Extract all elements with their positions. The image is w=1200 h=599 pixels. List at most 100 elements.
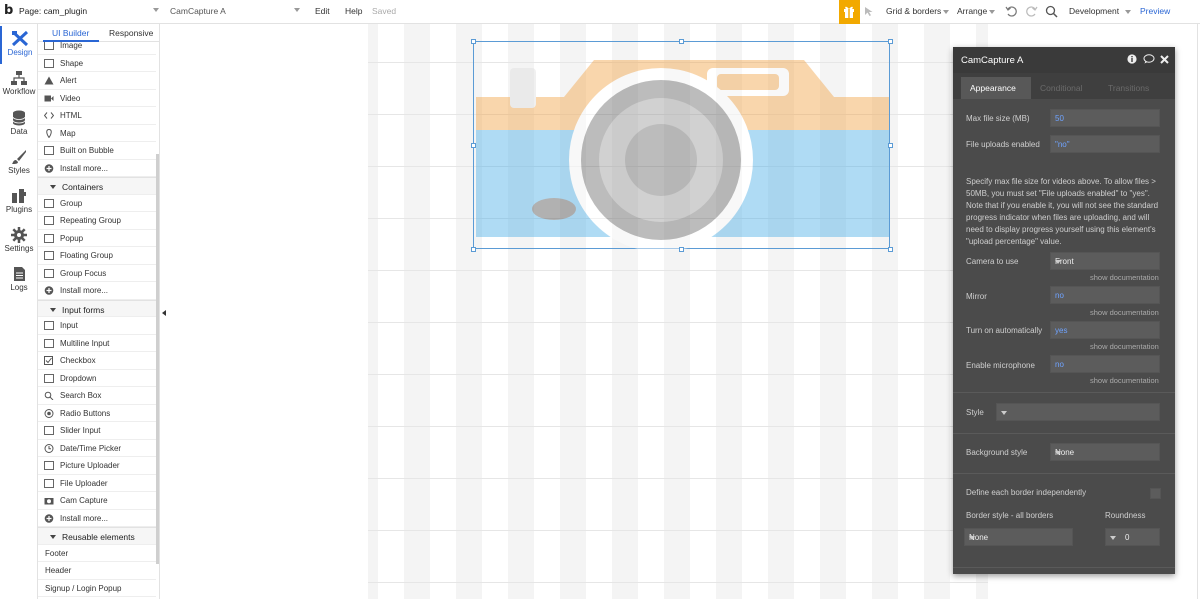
palette-item-header[interactable]: Header — [38, 562, 156, 580]
background-style-dropdown[interactable]: None — [1050, 443, 1160, 461]
nav-plugins[interactable]: Plugins — [0, 184, 38, 222]
resize-handle[interactable] — [470, 142, 476, 148]
gift-button[interactable] — [839, 0, 860, 24]
plugins-icon — [12, 189, 26, 203]
page-selector[interactable]: Page: cam_plugin — [19, 6, 159, 18]
mirror-field[interactable]: no — [1050, 286, 1160, 304]
element-palette: UI Builder Responsive Image Shape Alert Vid… — [38, 24, 160, 599]
show-documentation-link[interactable]: show documentation — [1090, 273, 1159, 282]
palette-item-checkbox[interactable]: Checkbox — [38, 352, 156, 370]
border-style-dropdown[interactable]: None — [964, 528, 1073, 546]
redo-icon[interactable] — [1025, 5, 1038, 18]
camera-to-use-dropdown[interactable]: Front — [1050, 252, 1160, 270]
mirror-label: Mirror — [966, 292, 987, 301]
preview-button[interactable]: Preview — [1140, 6, 1170, 16]
edit-menu[interactable]: Edit — [315, 6, 330, 16]
palette-scrollbar[interactable] — [156, 154, 159, 564]
palette-label: Group — [60, 198, 83, 208]
nav-settings[interactable]: Settings — [0, 223, 38, 261]
info-icon[interactable] — [1127, 54, 1137, 64]
resize-handle[interactable] — [679, 246, 684, 252]
palette-item-video[interactable]: Video — [38, 90, 156, 107]
close-icon[interactable] — [1160, 55, 1169, 64]
palette-item-floating-group[interactable]: Floating Group — [38, 247, 156, 265]
palette-item-install-more[interactable]: Install more... — [38, 510, 156, 527]
arrange-label: Arrange — [957, 6, 988, 16]
palette-section-input-forms[interactable]: Input forms — [38, 299, 156, 317]
resize-handle[interactable] — [887, 246, 893, 252]
palette-item-repeating-group[interactable]: Repeating Group — [38, 212, 156, 230]
palette-item-radio-buttons[interactable]: Radio Buttons — [38, 405, 156, 422]
undo-icon[interactable] — [1005, 5, 1018, 18]
chevron-down-icon — [50, 307, 56, 312]
file-uploads-field[interactable]: "no" — [1050, 135, 1160, 153]
resize-handle[interactable] — [887, 38, 893, 44]
resize-handle[interactable] — [470, 38, 476, 44]
nav-data[interactable]: Data — [0, 106, 38, 144]
tab-transitions[interactable]: Transitions — [1108, 83, 1149, 93]
resize-handle[interactable] — [887, 142, 893, 148]
max-file-size-value: 50 — [1055, 114, 1064, 123]
palette-item-group[interactable]: Group — [38, 195, 156, 212]
palette-item-date-time-picker[interactable]: Date/Time Picker — [38, 440, 156, 457]
nav-design[interactable]: Design — [0, 26, 38, 64]
tab-ui-builder[interactable]: UI Builder — [52, 28, 89, 38]
palette-item-install-more[interactable]: Install more... — [38, 282, 156, 300]
palette-item-built-on-bubble[interactable]: Built on Bubble — [38, 142, 156, 160]
element-selector[interactable]: CamCapture A — [170, 6, 300, 18]
environment-dropdown[interactable]: Development — [1069, 6, 1132, 16]
palette-item-cam-capture[interactable]: Cam Capture — [38, 492, 156, 510]
grid-borders-dropdown[interactable]: Grid & borders — [886, 6, 950, 16]
enable-microphone-field[interactable]: no — [1050, 355, 1160, 373]
palette-item-input[interactable]: Input — [38, 317, 156, 335]
palette-item-slider-input[interactable]: Slider Input — [38, 422, 156, 440]
palette-item-shape[interactable]: Shape — [38, 55, 156, 72]
palette-item-multiline-input[interactable]: Multiline Input — [38, 335, 156, 352]
roundness-stepper[interactable]: 0 — [1105, 528, 1160, 546]
show-documentation-link[interactable]: show documentation — [1090, 342, 1159, 351]
property-editor-header[interactable]: CamCapture A — [953, 47, 1175, 73]
palette-section-reusable-elements[interactable]: Reusable elements — [38, 527, 156, 545]
max-file-size-field[interactable]: 50 — [1050, 109, 1160, 127]
palette-item-signup-login-popup[interactable]: Signup / Login Popup — [38, 580, 156, 597]
help-menu[interactable]: Help — [345, 6, 362, 16]
show-documentation-link[interactable]: show documentation — [1090, 308, 1159, 317]
palette-item-file-uploader[interactable]: File Uploader — [38, 475, 156, 492]
palette-item-dropdown[interactable]: Dropdown — [38, 370, 156, 387]
tab-conditional[interactable]: Conditional — [1040, 83, 1083, 93]
resize-handle[interactable] — [679, 38, 684, 44]
palette-item-search-box[interactable]: Search Box — [38, 387, 156, 405]
tab-appearance[interactable]: Appearance — [961, 77, 1031, 99]
comment-icon[interactable] — [1143, 54, 1155, 64]
nav-workflow[interactable]: Workflow — [0, 66, 38, 104]
palette-item-picture-uploader[interactable]: Picture Uploader — [38, 457, 156, 475]
show-documentation-link[interactable]: show documentation — [1090, 376, 1159, 385]
palette-label: Image — [60, 41, 83, 50]
bubble-logo[interactable]: b — [4, 3, 16, 19]
palette-item-alert[interactable]: Alert — [38, 72, 156, 90]
arrange-dropdown[interactable]: Arrange — [957, 6, 996, 16]
turn-on-automatically-value: yes — [1055, 326, 1068, 335]
grid-row-line — [368, 322, 988, 323]
palette-item-group-focus[interactable]: Group Focus — [38, 265, 156, 282]
style-dropdown[interactable] — [996, 403, 1160, 421]
search-icon[interactable] — [1045, 5, 1058, 18]
tab-responsive[interactable]: Responsive — [109, 28, 153, 38]
nav-logs[interactable]: Logs — [0, 262, 38, 300]
define-borders-checkbox[interactable] — [1150, 488, 1161, 499]
nav-styles[interactable]: Styles — [0, 145, 38, 183]
palette-item-footer[interactable]: Footer — [38, 545, 156, 562]
palette-item-popup[interactable]: Popup — [38, 230, 156, 247]
nav-styles-label: Styles — [8, 166, 30, 175]
turn-on-automatically-field[interactable]: yes — [1050, 321, 1160, 339]
collapse-palette-icon[interactable] — [160, 307, 168, 319]
palette-item-install-more[interactable]: Install more... — [38, 160, 156, 177]
palette-section-containers[interactable]: Containers — [38, 177, 156, 195]
camcapture-element[interactable] — [470, 38, 893, 252]
grid-row-line — [368, 582, 988, 583]
resize-handle[interactable] — [470, 246, 476, 252]
grid-row-line — [368, 374, 988, 375]
palette-item-html[interactable]: HTML — [38, 107, 156, 125]
cursor-icon[interactable] — [864, 6, 874, 17]
palette-item-map[interactable]: Map — [38, 125, 156, 142]
